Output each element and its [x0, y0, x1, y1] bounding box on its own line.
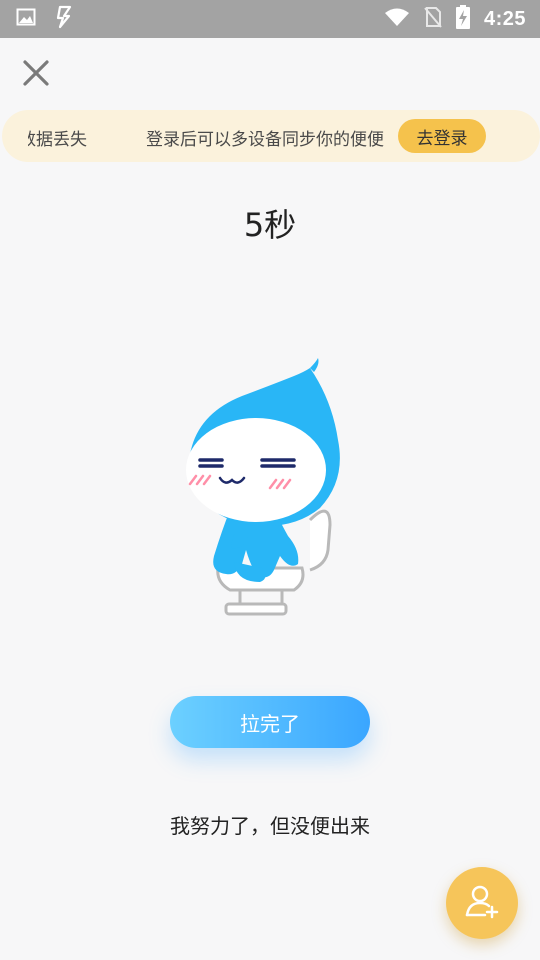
- status-bar-right: 4:25: [384, 5, 526, 33]
- status-bar: 4:25: [0, 0, 540, 38]
- finished-button[interactable]: 拉完了: [170, 696, 370, 748]
- status-bar-left: [16, 5, 74, 33]
- banner-marquee: 的数据丢失 登录后可以多设备同步你的便便: [28, 110, 386, 162]
- water-drop-mascot-on-toilet: [170, 350, 370, 620]
- add-user-button[interactable]: [446, 867, 518, 939]
- add-user-icon: [464, 883, 500, 923]
- login-banner: 的数据丢失 登录后可以多设备同步你的便便 去登录: [2, 110, 540, 162]
- image-icon: [16, 7, 36, 31]
- banner-text-left: 的数据丢失: [28, 130, 87, 150]
- close-button[interactable]: [18, 57, 54, 93]
- no-sim-icon: [424, 6, 442, 32]
- timer-display: 5秒: [243, 206, 297, 244]
- tried-but-failed-link[interactable]: 我努力了，但没便出来: [0, 810, 540, 839]
- banner-text-right: 登录后可以多设备同步你的便便: [146, 130, 384, 150]
- wifi-icon: [384, 7, 410, 31]
- login-button[interactable]: 去登录: [398, 119, 486, 153]
- status-time: 4:25: [483, 7, 526, 30]
- close-icon: [21, 58, 51, 92]
- lightning-icon: [54, 5, 74, 33]
- battery-charging-icon: [455, 5, 470, 33]
